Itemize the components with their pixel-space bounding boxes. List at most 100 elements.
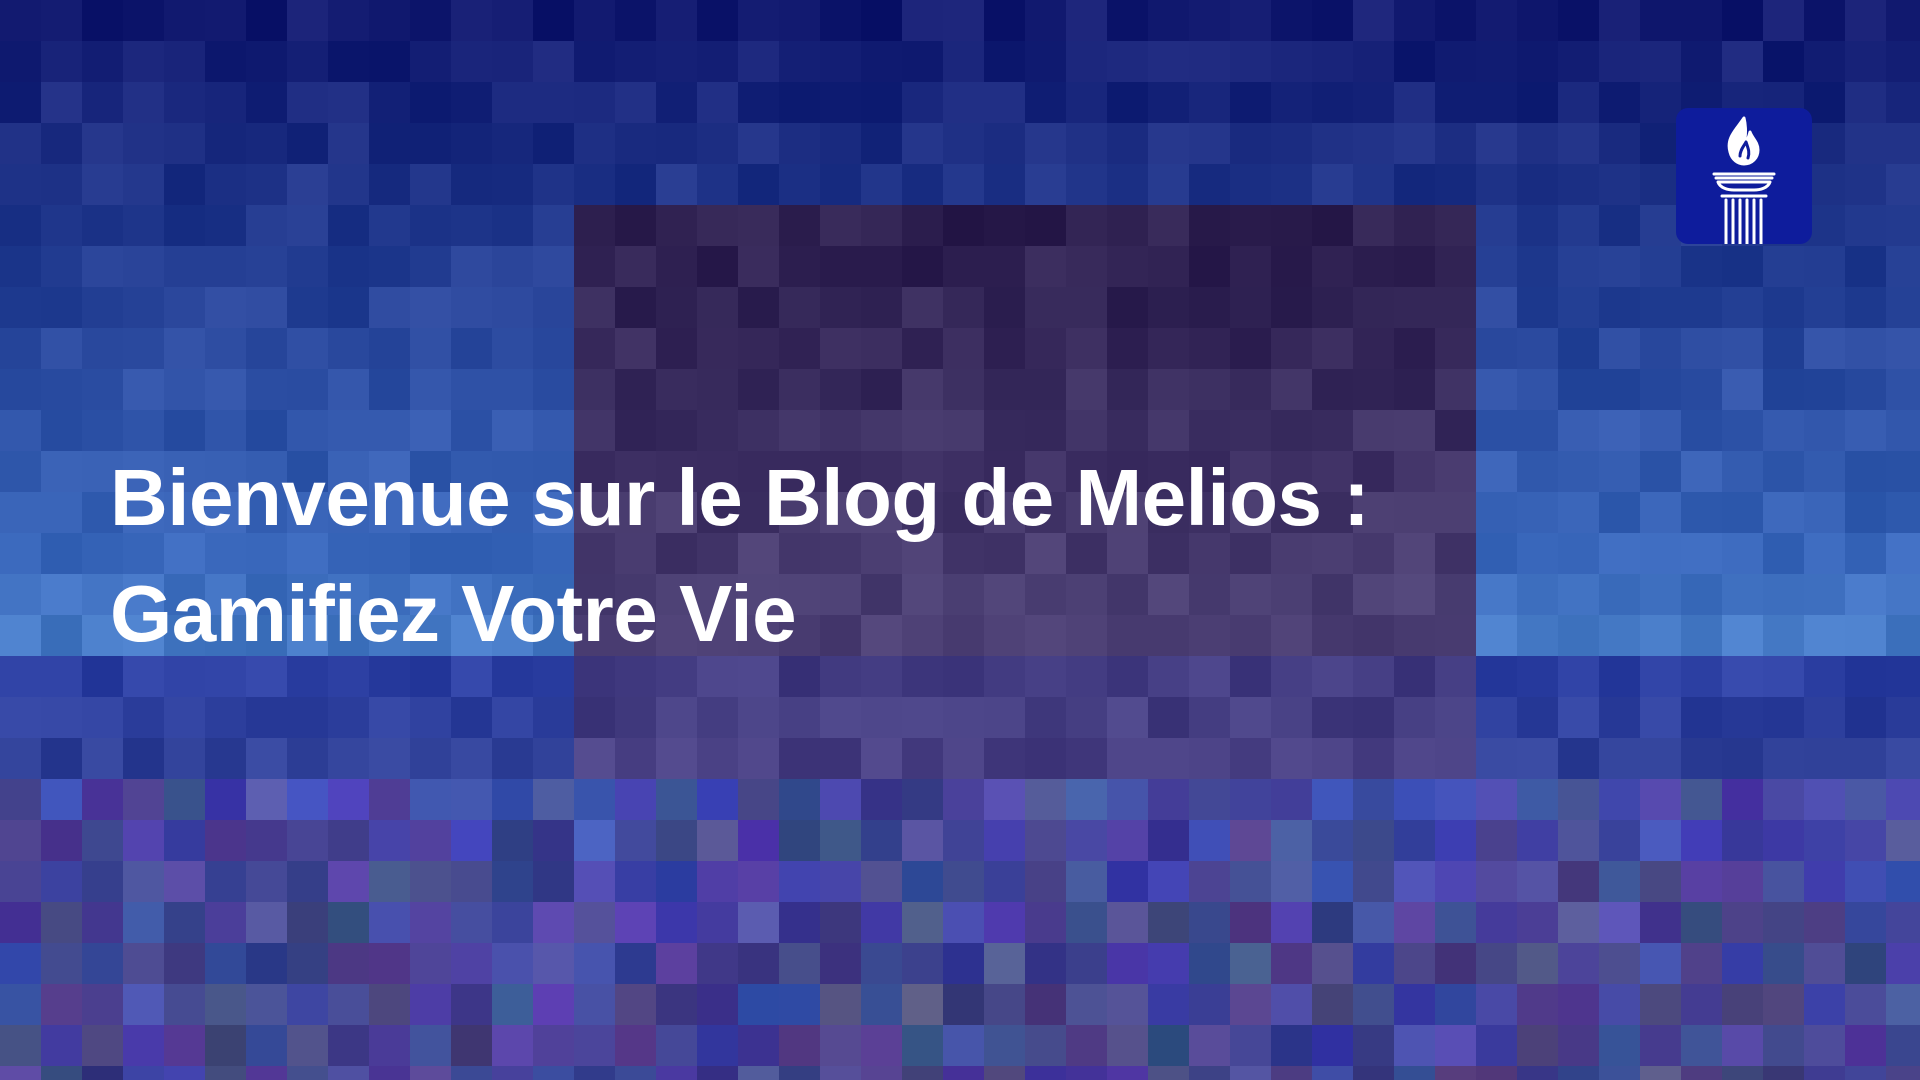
- mosaic-pixel: [1353, 861, 1395, 903]
- mosaic-pixel: [615, 123, 657, 165]
- mosaic-pixel: [164, 1025, 206, 1067]
- mosaic-pixel: [861, 205, 903, 247]
- mosaic-pixel: [656, 738, 698, 780]
- mosaic-pixel: [861, 0, 903, 42]
- mosaic-pixel: [246, 984, 288, 1026]
- mosaic-pixel: [1394, 246, 1436, 288]
- mosaic-pixel: [1681, 1025, 1723, 1067]
- mosaic-pixel: [1271, 943, 1313, 985]
- mosaic-pixel: [123, 41, 165, 83]
- mosaic-pixel: [1476, 1066, 1518, 1080]
- mosaic-pixel: [1189, 1025, 1231, 1067]
- mosaic-pixel: [1599, 328, 1641, 370]
- mosaic-pixel: [1640, 492, 1682, 534]
- mosaic-pixel: [1558, 41, 1600, 83]
- mosaic-pixel: [1107, 205, 1149, 247]
- mosaic-pixel: [1845, 779, 1887, 821]
- mosaic-pixel: [1886, 697, 1920, 739]
- mosaic-pixel: [1599, 1066, 1641, 1080]
- mosaic-pixel: [41, 492, 83, 534]
- mosaic-pixel: [615, 287, 657, 329]
- mosaic-pixel: [1517, 533, 1559, 575]
- mosaic-pixel: [902, 738, 944, 780]
- mosaic-pixel: [1558, 451, 1600, 493]
- mosaic-pixel: [1312, 369, 1354, 411]
- mosaic-pixel: [943, 246, 985, 288]
- mosaic-pixel: [369, 369, 411, 411]
- mosaic-pixel: [1640, 984, 1682, 1026]
- mosaic-pixel: [1845, 533, 1887, 575]
- mosaic-pixel: [1066, 984, 1108, 1026]
- mosaic-pixel: [820, 1025, 862, 1067]
- mosaic-pixel: [820, 697, 862, 739]
- mosaic-pixel: [492, 1025, 534, 1067]
- mosaic-pixel: [246, 164, 288, 206]
- mosaic-pixel: [697, 697, 739, 739]
- mosaic-pixel: [0, 697, 42, 739]
- mosaic-pixel: [1189, 246, 1231, 288]
- mosaic-pixel: [0, 861, 42, 903]
- mosaic-pixel: [1271, 205, 1313, 247]
- mosaic-pixel: [820, 820, 862, 862]
- mosaic-pixel: [328, 820, 370, 862]
- mosaic-pixel: [615, 738, 657, 780]
- mosaic-pixel: [1845, 410, 1887, 452]
- mosaic-pixel: [861, 164, 903, 206]
- mosaic-pixel: [1804, 820, 1846, 862]
- mosaic-pixel: [205, 1066, 247, 1080]
- mosaic-pixel: [1312, 779, 1354, 821]
- mosaic-pixel: [1558, 1025, 1600, 1067]
- mosaic-pixel: [1886, 287, 1920, 329]
- mosaic-pixel: [820, 738, 862, 780]
- mosaic-pixel: [738, 820, 780, 862]
- mosaic-pixel: [1763, 902, 1805, 944]
- mosaic-pixel: [1722, 369, 1764, 411]
- mosaic-pixel: [902, 123, 944, 165]
- mosaic-pixel: [492, 82, 534, 124]
- mosaic-pixel: [1845, 574, 1887, 616]
- mosaic-pixel: [205, 246, 247, 288]
- mosaic-pixel: [287, 902, 329, 944]
- mosaic-pixel: [410, 287, 452, 329]
- mosaic-pixel: [697, 984, 739, 1026]
- mosaic-pixel: [41, 779, 83, 821]
- mosaic-pixel: [1886, 1025, 1920, 1067]
- mosaic-pixel: [738, 369, 780, 411]
- mosaic-pixel: [1353, 123, 1395, 165]
- mosaic-pixel: [1435, 123, 1477, 165]
- mosaic-pixel: [328, 287, 370, 329]
- mosaic-pixel: [902, 328, 944, 370]
- mosaic-pixel: [1558, 574, 1600, 616]
- mosaic-pixel: [1312, 738, 1354, 780]
- mosaic-pixel: [1394, 369, 1436, 411]
- mosaic-pixel: [984, 82, 1026, 124]
- mosaic-pixel: [451, 861, 493, 903]
- mosaic-pixel: [1476, 205, 1518, 247]
- mosaic-pixel: [1435, 738, 1477, 780]
- mosaic-pixel: [902, 820, 944, 862]
- mosaic-pixel: [1312, 1025, 1354, 1067]
- mosaic-pixel: [1763, 574, 1805, 616]
- mosaic-pixel: [1886, 779, 1920, 821]
- mosaic-pixel: [328, 697, 370, 739]
- mosaic-pixel: [1681, 410, 1723, 452]
- mosaic-pixel: [1558, 0, 1600, 42]
- mosaic-pixel: [1763, 246, 1805, 288]
- mosaic-pixel: [205, 861, 247, 903]
- mosaic-pixel: [1558, 656, 1600, 698]
- mosaic-pixel: [1435, 1025, 1477, 1067]
- mosaic-pixel: [41, 902, 83, 944]
- mosaic-pixel: [369, 328, 411, 370]
- mosaic-pixel: [82, 369, 124, 411]
- mosaic-pixel: [1599, 820, 1641, 862]
- mosaic-pixel: [123, 0, 165, 42]
- mosaic-pixel: [1476, 164, 1518, 206]
- mosaic-pixel: [779, 820, 821, 862]
- mosaic-pixel: [533, 902, 575, 944]
- mosaic-pixel: [943, 205, 985, 247]
- mosaic-pixel: [861, 328, 903, 370]
- blog-banner: Bienvenue sur le Blog de Melios : Gamifi…: [0, 0, 1920, 1080]
- mosaic-pixel: [1886, 164, 1920, 206]
- mosaic-pixel: [656, 164, 698, 206]
- mosaic-pixel: [1763, 984, 1805, 1026]
